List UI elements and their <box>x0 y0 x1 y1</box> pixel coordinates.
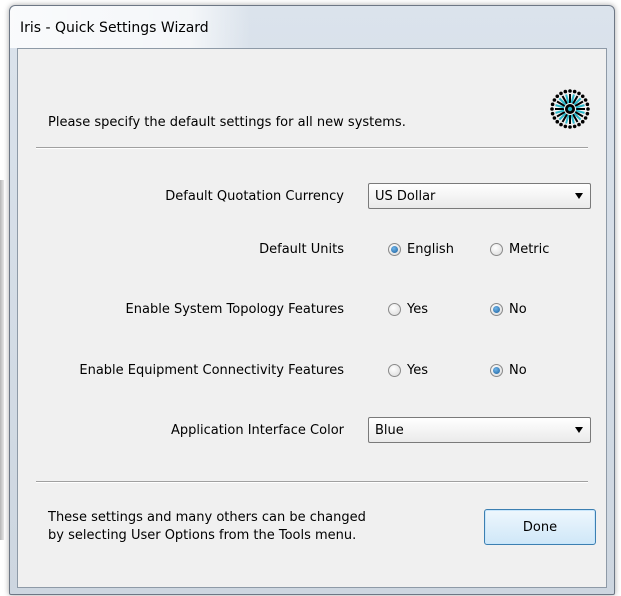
done-button[interactable]: Done <box>484 509 596 545</box>
footer-line-2: by selecting User Options from the Tools… <box>48 528 357 543</box>
currency-value: US Dollar <box>375 189 436 204</box>
interface-color-select[interactable]: Blue <box>368 417 591 443</box>
radio-selected-icon <box>388 242 401 256</box>
units-label: Default Units <box>259 242 344 257</box>
topology-option-yes: Yes <box>407 301 428 317</box>
iris-logo-icon <box>550 89 590 129</box>
connectivity-option-no: No <box>509 362 527 378</box>
topology-radio-no[interactable]: No <box>490 299 527 319</box>
footer-line-1: These settings and many others can be ch… <box>48 510 366 525</box>
radio-selected-icon <box>490 363 503 377</box>
color-value: Blue <box>375 423 404 438</box>
bottom-separator <box>36 481 588 483</box>
topology-radio-yes[interactable]: Yes <box>388 299 428 319</box>
footer-note: These settings and many others can be ch… <box>48 509 366 545</box>
topology-label: Enable System Topology Features <box>125 302 344 317</box>
units-radio-english[interactable]: English <box>388 239 454 259</box>
chevron-down-icon <box>575 427 583 433</box>
window-title: Iris - Quick Settings Wizard <box>20 20 209 36</box>
radio-selected-icon <box>490 302 503 316</box>
intro-text: Please specify the default settings for … <box>48 115 406 130</box>
topology-option-no: No <box>509 301 527 317</box>
title-bar[interactable]: Iris - Quick Settings Wizard <box>10 6 614 48</box>
currency-label: Default Quotation Currency <box>165 189 344 204</box>
top-separator <box>36 147 588 149</box>
connectivity-radio-no[interactable]: No <box>490 360 527 380</box>
units-option-english: English <box>407 241 454 257</box>
units-radio-metric[interactable]: Metric <box>490 239 549 259</box>
dialog-body: Please specify the default settings for … <box>17 48 607 588</box>
radio-unselected-icon <box>388 363 401 377</box>
chevron-down-icon <box>575 193 583 199</box>
currency-select[interactable]: US Dollar <box>368 183 591 209</box>
radio-unselected-icon <box>490 242 503 256</box>
connectivity-radio-yes[interactable]: Yes <box>388 360 428 380</box>
connectivity-option-yes: Yes <box>407 362 428 378</box>
background-window-edge <box>0 180 4 540</box>
color-label: Application Interface Color <box>170 423 344 438</box>
units-option-metric: Metric <box>509 241 550 257</box>
connectivity-label: Enable Equipment Connectivity Features <box>79 363 344 378</box>
radio-unselected-icon <box>388 302 401 316</box>
dialog-window: Iris - Quick Settings Wizard Please spec… <box>9 5 615 595</box>
